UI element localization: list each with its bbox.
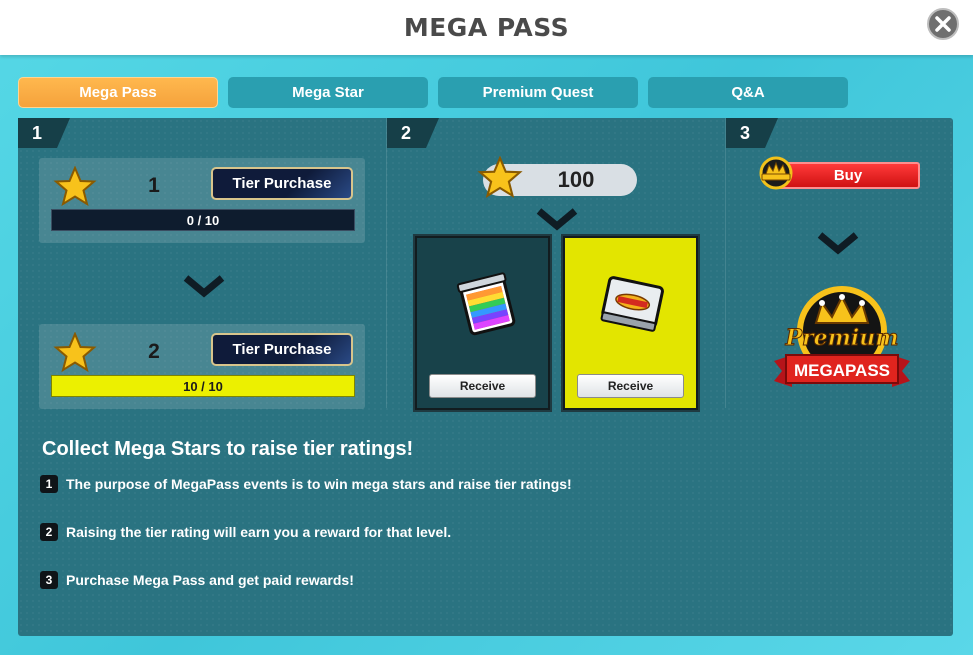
star-icon (53, 166, 97, 207)
info-item-text: Purchase Mega Pass and get paid rewards! (66, 572, 354, 588)
free-reward-card: Receive (415, 236, 550, 410)
info-item: 3 Purchase Mega Pass and get paid reward… (40, 571, 354, 589)
info-item: 2 Raising the tier rating will earn you … (40, 523, 451, 541)
chevron-down-icon (817, 232, 859, 255)
rainbow-tile-pack-icon (456, 272, 516, 336)
logo-banner-text: MEGAPASS (794, 361, 890, 380)
chevron-down-icon (536, 208, 578, 231)
info-item-number: 2 (40, 523, 58, 541)
star-icon (53, 332, 97, 373)
info-item-text: The purpose of MegaPass events is to win… (66, 476, 572, 492)
page-title: MEGA PASS (403, 13, 570, 42)
info-item-number: 1 (40, 475, 58, 493)
star-icon (477, 156, 523, 199)
buy-button[interactable]: Buy (776, 162, 920, 189)
close-icon (935, 16, 951, 32)
paid-reward-card: Receive (563, 236, 698, 410)
receive-button[interactable]: Receive (577, 374, 684, 398)
info-item: 1 The purpose of MegaPass events is to w… (40, 475, 572, 493)
tier-number: 2 (148, 340, 160, 363)
premium-megapass-logo: Premium MEGAPASS (774, 286, 910, 387)
tier-card-2: 2 Tier Purchase 10 / 10 (39, 324, 365, 409)
premium-crown-badge-icon (759, 156, 793, 190)
step-2-section: 2 100 Receive Receive (386, 118, 726, 410)
info-item-number: 3 (40, 571, 58, 589)
step-2-number: 2 (387, 118, 439, 148)
tier-card-1: 1 Tier Purchase 0 / 10 (39, 158, 365, 243)
info-title: Collect Mega Stars to raise tier ratings… (42, 438, 414, 460)
tier-progress-bar: 10 / 10 (51, 375, 355, 397)
tier-progress-bar: 0 / 10 (51, 209, 355, 231)
info-item-text: Raising the tier rating will earn you a … (66, 524, 452, 540)
step-3-section: 3 Buy Premium MEGAPASS (726, 118, 953, 408)
tier-purchase-button[interactable]: Tier Purchase (211, 167, 353, 200)
tier-purchase-button[interactable]: Tier Purchase (211, 333, 353, 366)
step-1-section: 1 1 Tier Purchase 0 / 10 2 Tier Purchase… (18, 118, 386, 409)
main-panel: 1 1 Tier Purchase 0 / 10 2 Tier Purchase… (18, 118, 953, 636)
chevron-down-icon (183, 275, 225, 298)
close-button[interactable] (927, 8, 959, 40)
logo-top-text: Premium (784, 325, 898, 351)
step-3-number: 3 (726, 118, 778, 148)
tab-mega-star[interactable]: Mega Star (228, 77, 428, 108)
tier-number: 1 (148, 174, 160, 197)
receive-button[interactable]: Receive (429, 374, 536, 398)
tab-mega-pass[interactable]: Mega Pass (18, 77, 218, 108)
tab-bar: Mega Pass Mega Star Premium Quest Q&A (18, 77, 848, 108)
title-bar: MEGA PASS (0, 0, 973, 55)
tab-qa[interactable]: Q&A (648, 77, 848, 108)
premium-tile-pack-icon (600, 276, 664, 332)
tab-premium-quest[interactable]: Premium Quest (438, 77, 638, 108)
step-1-number: 1 (18, 118, 70, 148)
